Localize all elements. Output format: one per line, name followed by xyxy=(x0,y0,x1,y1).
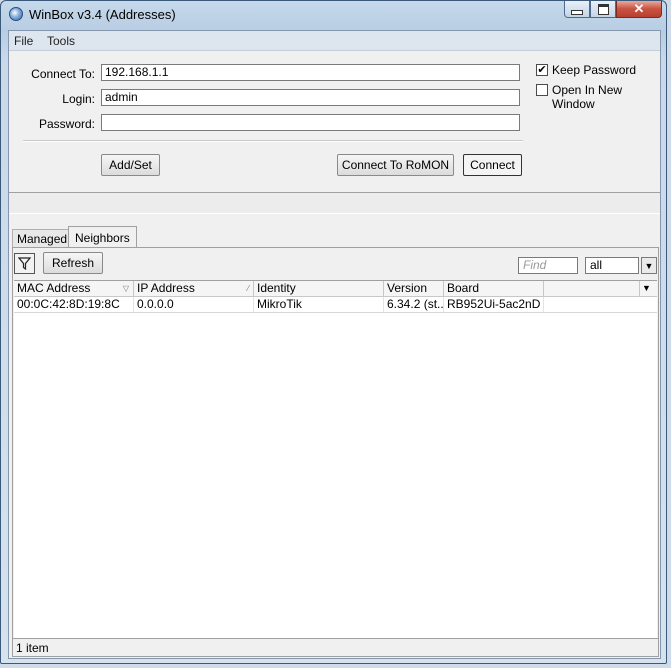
column-label: Version xyxy=(387,281,428,295)
form-separator xyxy=(23,140,523,142)
menu-file[interactable]: File xyxy=(14,34,33,48)
chevron-down-icon: ▼ xyxy=(642,283,651,293)
window-client-area: File Tools Connect To: 192.168.1.1 Login… xyxy=(8,30,661,659)
close-button[interactable]: ✕ xyxy=(616,1,662,18)
minimize-button[interactable] xyxy=(564,1,590,18)
menu-tools[interactable]: Tools xyxy=(47,34,75,48)
password-field[interactable] xyxy=(101,114,520,131)
column-ip-address[interactable]: IP Address ⁄ xyxy=(134,281,254,296)
filter-button[interactable] xyxy=(14,253,35,274)
column-board[interactable]: Board xyxy=(444,281,544,296)
keep-password-label: Keep Password xyxy=(552,63,637,77)
open-new-window-checkbox[interactable] xyxy=(536,84,548,96)
column-version[interactable]: Version xyxy=(384,281,444,296)
cell-ip-address: 0.0.0.0 xyxy=(134,297,254,312)
sort-icon: ⁄ xyxy=(247,284,249,293)
column-chooser-button[interactable]: ▼ xyxy=(640,281,657,296)
cell-mac-address: 00:0C:42:8D:19:8C xyxy=(14,297,134,312)
connect-to-field[interactable]: 192.168.1.1 xyxy=(101,64,520,81)
window-title: WinBox v3.4 (Addresses) xyxy=(29,7,176,22)
close-icon: ✕ xyxy=(633,1,645,16)
connect-button[interactable]: Connect xyxy=(463,154,522,176)
column-mac-address[interactable]: MAC Address ▽ xyxy=(14,281,134,296)
refresh-button[interactable]: Refresh xyxy=(43,252,103,274)
column-label: Identity xyxy=(257,281,296,295)
filter-select[interactable]: all xyxy=(585,257,639,274)
column-label: MAC Address xyxy=(17,281,91,295)
tab-managed[interactable]: Managed xyxy=(12,229,73,248)
menu-bar: File Tools xyxy=(9,31,660,51)
tab-neighbors[interactable]: Neighbors xyxy=(68,226,137,249)
column-label: Board xyxy=(447,281,480,295)
find-input[interactable]: Find xyxy=(518,257,578,274)
column-identity[interactable]: Identity xyxy=(254,281,384,296)
neighbors-panel: Refresh Find all ▼ MAC Address ▽ IP Addre… xyxy=(12,247,659,657)
connect-romon-button[interactable]: Connect To RoMON xyxy=(337,154,454,176)
cell-board: RB952Ui-5ac2nD xyxy=(444,297,544,312)
password-label: Password: xyxy=(38,117,95,131)
table-header: MAC Address ▽ IP Address ⁄ Identity Versio… xyxy=(14,281,657,297)
cell-identity: MikroTik xyxy=(254,297,384,312)
login-field[interactable]: admin xyxy=(101,89,520,106)
title-bar[interactable]: WinBox v3.4 (Addresses) ✕ xyxy=(1,1,666,29)
winbox-app-icon xyxy=(9,7,23,21)
connect-to-label: Connect To: xyxy=(31,67,95,81)
item-count-status: 1 item xyxy=(13,638,658,656)
minimize-icon xyxy=(571,9,583,15)
filter-dropdown-button[interactable]: ▼ xyxy=(641,257,657,274)
status-strip xyxy=(9,192,660,214)
neighbors-table: MAC Address ▽ IP Address ⁄ Identity Versio… xyxy=(14,280,657,638)
maximize-icon xyxy=(597,3,609,15)
table-row[interactable]: 00:0C:42:8D:19:8C 0.0.0.0 MikroTik 6.34.… xyxy=(14,297,657,313)
window-controls: ✕ xyxy=(564,1,662,19)
sort-icon: ▽ xyxy=(122,284,129,293)
filter-icon xyxy=(18,257,31,270)
chevron-down-icon: ▼ xyxy=(644,260,654,271)
winbox-window: WinBox v3.4 (Addresses) ✕ File Tools Con… xyxy=(0,0,667,664)
cell-version: 6.34.2 (st... xyxy=(384,297,444,312)
column-label: IP Address xyxy=(137,281,195,295)
keep-password-checkbox[interactable]: ✔ xyxy=(536,64,548,76)
column-spacer xyxy=(544,281,640,296)
login-label: Login: xyxy=(62,92,95,106)
open-new-window-label: Open In New Window xyxy=(552,83,623,111)
maximize-button[interactable] xyxy=(590,1,616,18)
add-set-button[interactable]: Add/Set xyxy=(101,154,160,176)
